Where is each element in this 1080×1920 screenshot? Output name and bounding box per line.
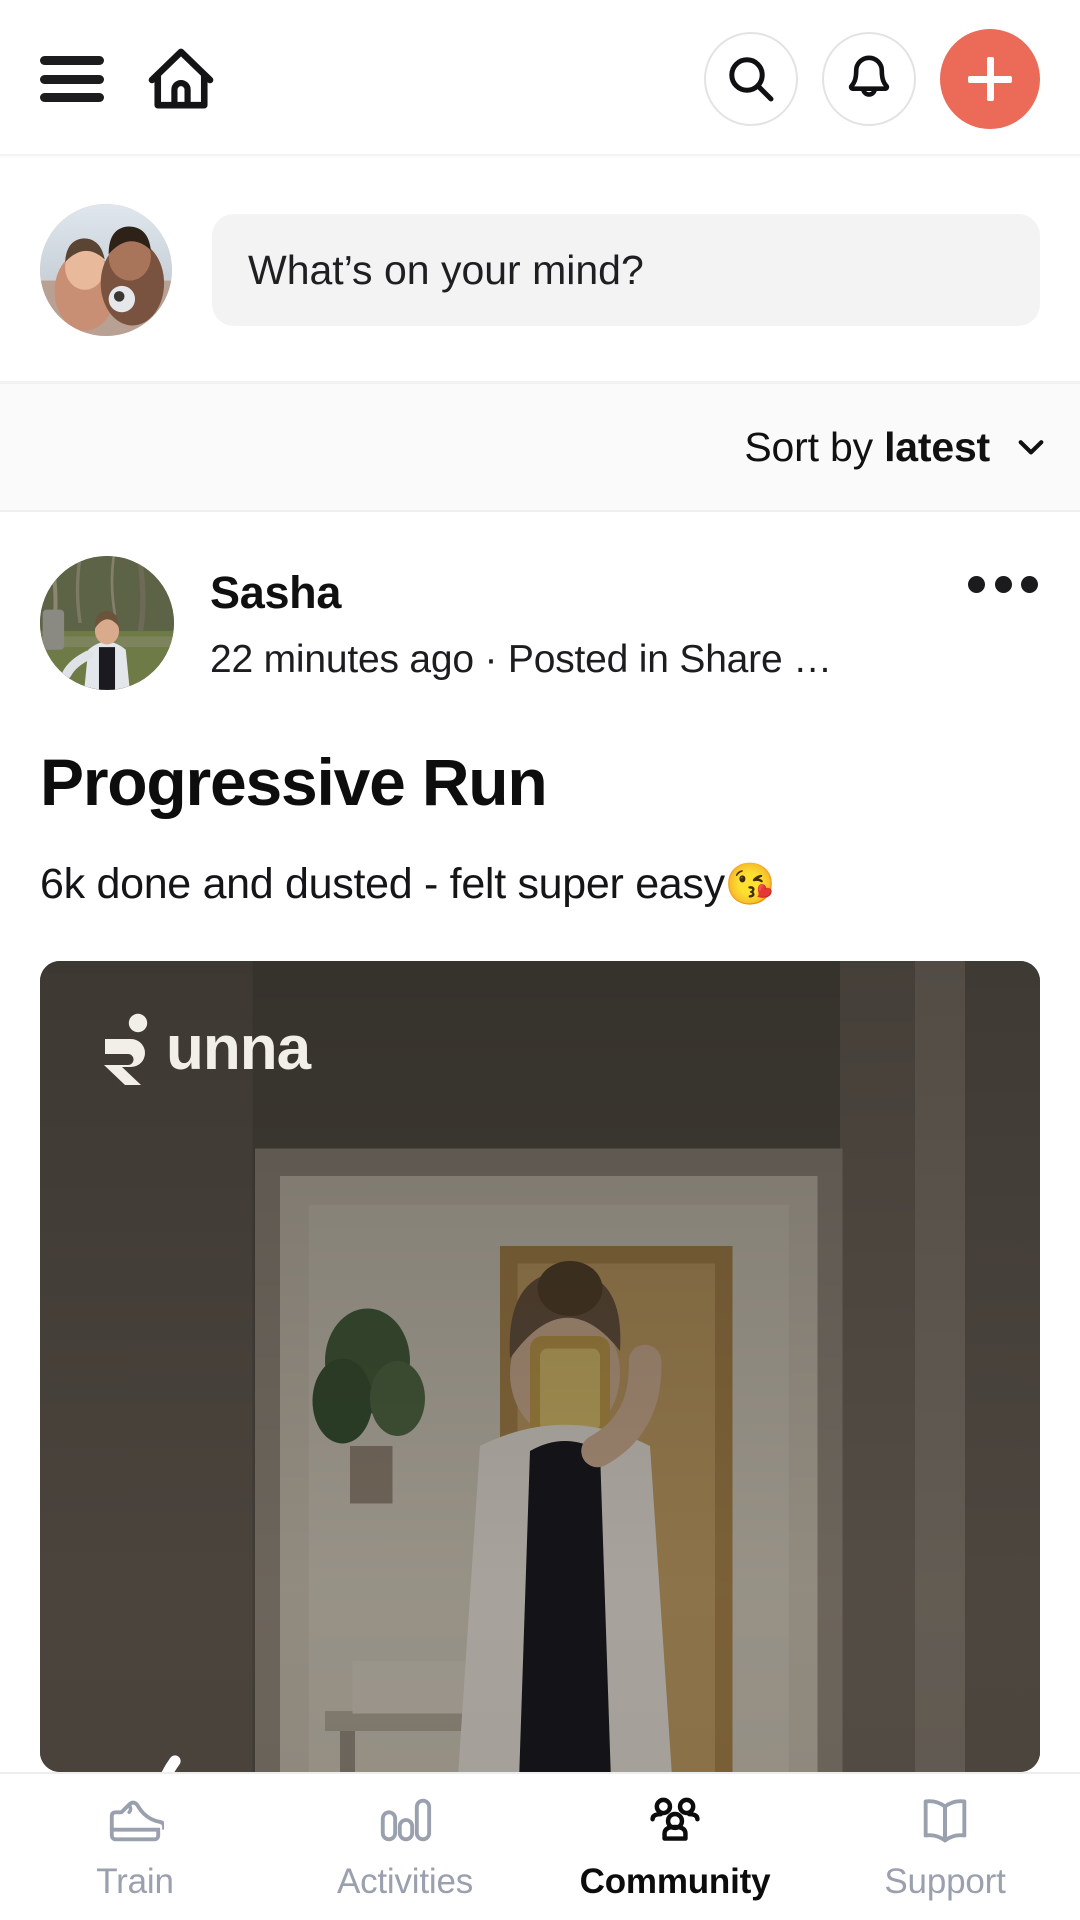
post-header: Sasha 22 minutes ago · Posted in Share … [0,512,1080,690]
notifications-button[interactable] [822,32,916,126]
post-more-options-button[interactable] [968,564,1038,604]
feed-post: Sasha 22 minutes ago · Posted in Share …… [0,512,1080,1772]
tab-label: Community [579,1862,771,1901]
tab-community[interactable]: Community [540,1774,810,1920]
plus-icon [968,57,1012,101]
tab-support[interactable]: Support [810,1774,1080,1920]
post-title: Progressive Run [40,745,548,819]
search-button[interactable] [704,32,798,126]
people-icon [650,1797,700,1841]
home-icon[interactable] [148,48,214,110]
top-app-bar [0,0,1080,158]
runna-runner-r-icon [104,1013,148,1085]
post-media[interactable]: unna [40,960,1040,1772]
bell-icon [848,55,890,97]
post-author-name[interactable]: Sasha [210,566,1040,620]
search-icon [729,57,774,102]
post-media-container: unna [0,909,1080,1772]
more-dot [968,575,985,593]
hamburger-menu-icon[interactable] [40,56,104,102]
kissing-heart-emoji: 😘 [724,860,776,907]
post-body: 6k done and dusted - felt super easy😘 [0,820,1080,909]
create-post-button[interactable] [940,29,1040,129]
post-author-avatar[interactable] [40,556,174,690]
composer-input[interactable]: What’s on your mind? [212,214,1040,326]
post-composer: What’s on your mind? [0,158,1080,384]
tab-label: Support [884,1862,1006,1901]
post-meta: Sasha 22 minutes ago · Posted in Share … [210,556,1040,682]
post-author-photo [40,556,174,690]
app-root: What’s on your mind? Sort by latest Sash… [0,0,1080,1920]
sort-value: latest [884,423,990,470]
shoe-icon [109,1800,164,1842]
tab-activities[interactable]: Activities [270,1774,540,1920]
hamburger-line [40,74,104,84]
chevron-down-icon [1018,440,1044,455]
tab-label: Activities [336,1862,474,1901]
more-dot [1021,575,1038,593]
appbar-left-group [40,48,214,110]
bar-chart-icon [380,1798,432,1842]
hamburger-line [40,93,104,102]
post-body-text: 6k done and dusted - felt super easy [40,859,725,908]
runna-brand-logo: unna [98,1013,311,1085]
hamburger-line [40,56,104,65]
sort-prefix: Sort by [744,423,873,470]
appbar-right-group [704,29,1040,129]
tab-train[interactable]: Train [0,1774,270,1920]
bottom-navigation: Train Activities Community Support [0,1772,1080,1920]
avatar[interactable] [40,204,172,336]
runna-brand-text: unna [166,1013,311,1083]
avatar-photo [40,204,172,336]
tab-label: Train [96,1862,174,1901]
book-icon [923,1799,967,1843]
more-dot [994,575,1012,593]
sort-label: Sort by latest [744,424,990,471]
post-timestamp-and-group: 22 minutes ago · Posted in Share … [210,638,832,681]
sort-control[interactable]: Sort by latest [0,384,1080,512]
